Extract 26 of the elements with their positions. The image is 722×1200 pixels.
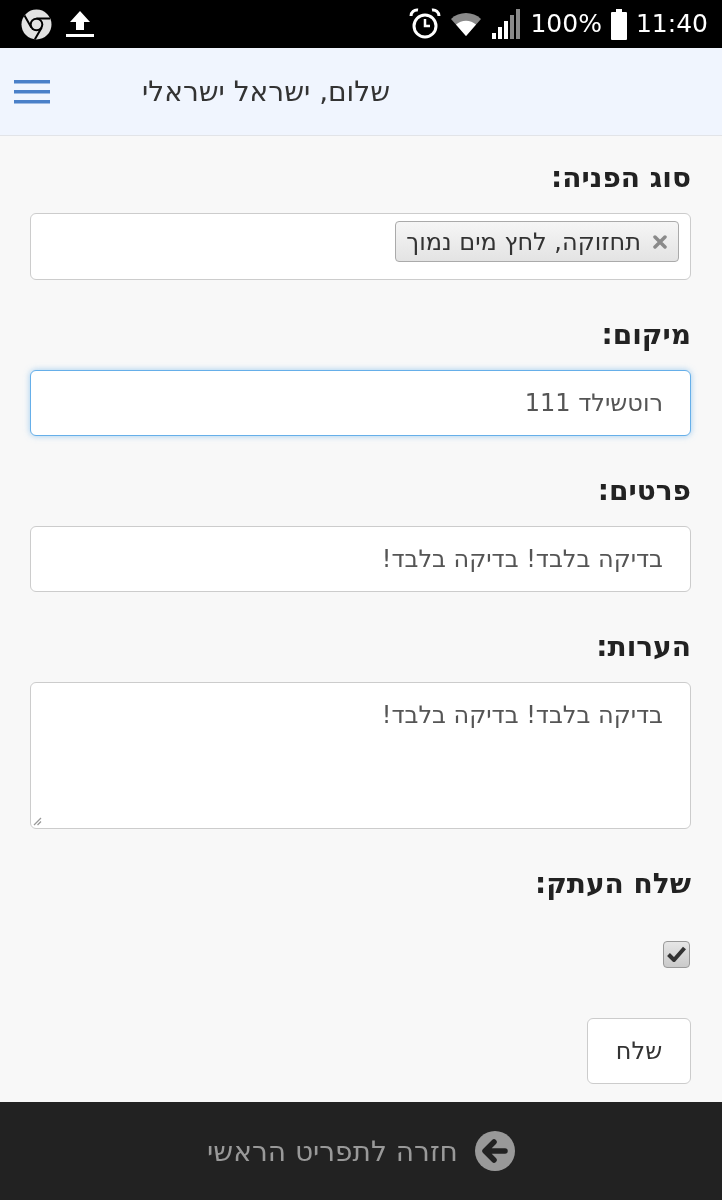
field-label: שלח העתק: (535, 866, 691, 902)
text-input-field[interactable]: בדיקה בלבד! בדיקה בלבד! (30, 526, 691, 592)
clock-time: 11:40 (635, 9, 708, 39)
signal-icon (491, 9, 522, 39)
textarea-field[interactable]: בדיקה בלבד! בדיקה בלבד! (30, 682, 691, 829)
wifi-icon (450, 11, 483, 37)
tag-label: תחזוקה, לחץ מים נמוך (406, 227, 641, 256)
remove-icon[interactable] (653, 234, 667, 249)
field-label: סוג הפניה: (551, 160, 691, 196)
field-label: מיקום: (601, 317, 691, 353)
checkmark-icon (667, 946, 686, 962)
upload-icon (65, 10, 95, 38)
back-link[interactable]: חזרה לתפריט הראשי (207, 1131, 515, 1171)
greeting-text: שלום, ישראל ישראלי (142, 75, 390, 108)
alarm-icon (409, 8, 442, 40)
battery-icon (610, 8, 627, 40)
resize-grip-icon[interactable] (33, 817, 42, 826)
browser-icon (21, 8, 52, 40)
send-button[interactable]: שלח (587, 1018, 691, 1084)
text-input-field[interactable]: רוטשילד 111 (30, 370, 691, 436)
tag-select-field[interactable]: תחזוקה, לחץ מים נמוך (30, 213, 691, 280)
field-label: פרטים: (597, 473, 691, 509)
menu-icon[interactable] (14, 79, 50, 104)
field-label: הערות: (596, 629, 691, 665)
battery-percent: 100% (530, 9, 602, 39)
copy-checkbox[interactable] (663, 940, 690, 968)
